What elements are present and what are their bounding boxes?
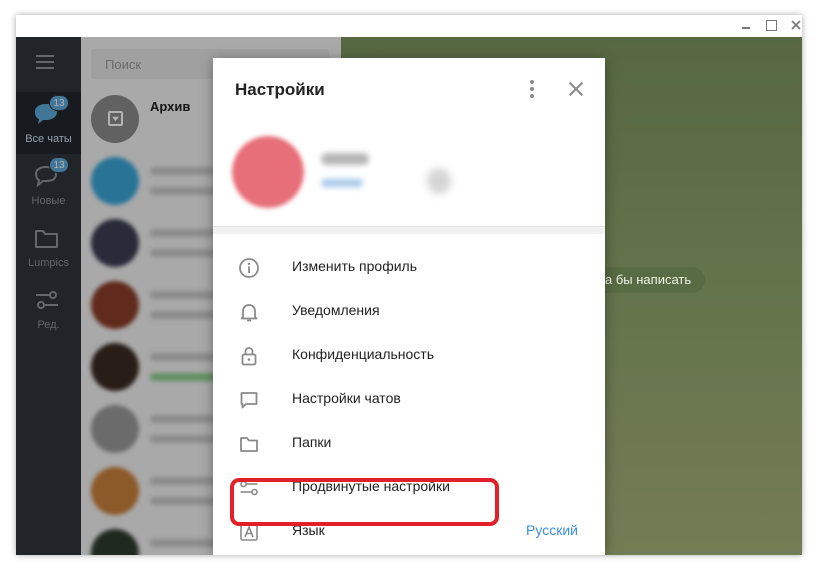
chat-icon bbox=[240, 392, 258, 409]
language-value: Русский bbox=[526, 522, 578, 538]
menu-label: Настройки чатов bbox=[292, 390, 401, 406]
dialog-close-button[interactable] bbox=[566, 79, 586, 99]
menu-label: Изменить профиль bbox=[292, 258, 417, 274]
maximize-button[interactable] bbox=[763, 17, 779, 33]
close-icon bbox=[791, 20, 801, 30]
title-bar bbox=[16, 15, 802, 37]
menu-label: Уведомления bbox=[292, 302, 380, 318]
profile-avatar[interactable] bbox=[232, 136, 304, 208]
menu-notifications[interactable]: Уведомления bbox=[213, 289, 605, 333]
profile-name-blurred bbox=[321, 153, 369, 165]
minimize-button[interactable] bbox=[738, 17, 754, 33]
menu-label: Конфиденциальность bbox=[292, 346, 435, 362]
section-divider bbox=[213, 226, 605, 234]
menu-privacy[interactable]: Конфиденциальность bbox=[213, 333, 605, 377]
menu-chat-settings[interactable]: Настройки чатов bbox=[213, 377, 605, 421]
close-window-button[interactable] bbox=[788, 17, 802, 33]
menu-edit-profile[interactable]: Изменить профиль bbox=[213, 245, 605, 289]
dialog-title: Настройки bbox=[235, 80, 325, 99]
menu-label: Папки bbox=[292, 434, 332, 450]
highlight-annotation bbox=[230, 478, 499, 526]
chat-hint-text: а бы написать bbox=[591, 267, 706, 293]
profile-status-blurred bbox=[321, 179, 363, 187]
blurred-element bbox=[427, 168, 451, 194]
telegram-window: 13 Все чаты 13 Новые Lumpics Ред. Поиск … bbox=[16, 15, 802, 555]
info-icon bbox=[239, 258, 259, 278]
lock-icon bbox=[241, 347, 257, 366]
bell-icon bbox=[240, 304, 258, 322]
menu-folders[interactable]: Папки bbox=[213, 421, 605, 465]
folder-icon bbox=[240, 437, 258, 452]
more-options-button[interactable] bbox=[522, 79, 542, 99]
